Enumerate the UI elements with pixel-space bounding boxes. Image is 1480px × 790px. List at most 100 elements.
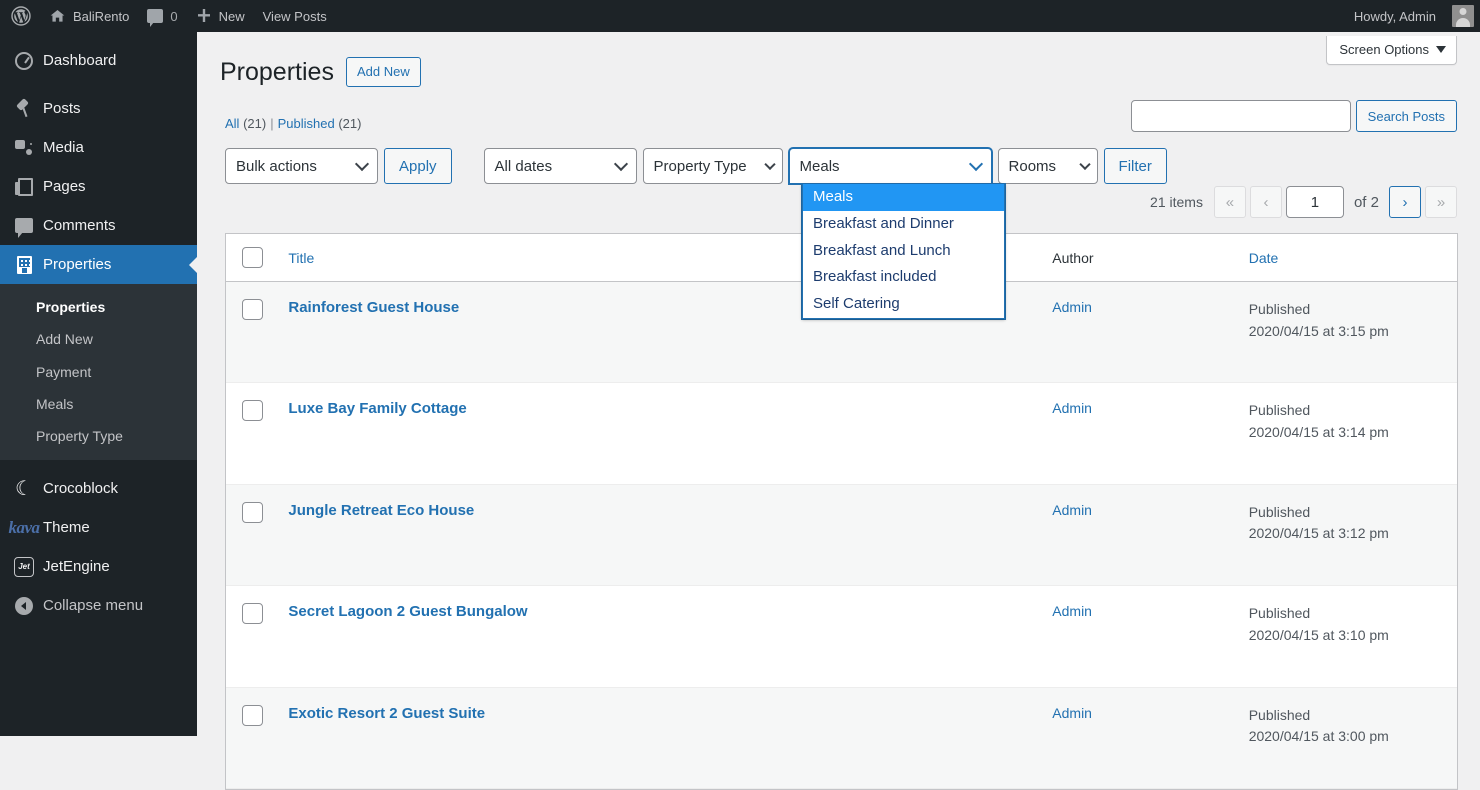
collapse-arrow-icon [11, 596, 37, 615]
sort-by-date-link[interactable]: Date [1249, 250, 1279, 266]
collapse-menu-label: Collapse menu [43, 597, 144, 615]
bulk-actions-value: Bulk actions [236, 157, 317, 175]
meals-option-breakfast-and-dinner[interactable]: Breakfast and Dinner [803, 211, 1004, 238]
select-all-checkbox[interactable] [242, 247, 263, 268]
meals-option-breakfast-and-lunch[interactable]: Breakfast and Lunch [803, 238, 1004, 265]
post-title-link[interactable]: Luxe Bay Family Cottage [288, 400, 466, 417]
search-posts-button[interactable]: Search Posts [1355, 100, 1457, 132]
post-author-link[interactable]: Admin [1052, 705, 1092, 721]
rooms-select[interactable]: Rooms [997, 148, 1098, 184]
table-body: Rainforest Guest House Admin Published 20… [226, 281, 1457, 789]
post-author-link[interactable]: Admin [1052, 502, 1092, 518]
select-all-header [226, 234, 279, 282]
row-checkbox[interactable] [242, 603, 263, 625]
sort-by-title-link[interactable]: Title [288, 250, 314, 266]
row-title-cell: Secret Lagoon 2 Guest Bungalow [278, 586, 1042, 687]
sidebar-item-crocoblock[interactable]: ☾ Crocoblock [0, 469, 197, 508]
table-row: Luxe Bay Family Cottage Admin Published 2… [226, 383, 1457, 485]
row-author-cell: Admin [1042, 484, 1238, 585]
post-status: Published [1248, 605, 1311, 622]
meals-option-self-catering[interactable]: Self Catering [803, 291, 1004, 318]
row-date-cell: Published 2020/04/15 at 3:12 pm [1239, 484, 1457, 585]
wordpress-logo-icon [11, 6, 31, 26]
search-input[interactable] [1130, 100, 1351, 132]
chevron-down-icon [968, 156, 983, 172]
sidebar-item-pages[interactable]: Pages [0, 167, 197, 206]
pagination-items-count: 21 items [1150, 194, 1203, 210]
sidebar-item-label: Crocoblock [43, 480, 119, 498]
view-all-link[interactable]: All [225, 116, 239, 131]
bulk-actions-select[interactable]: Bulk actions [225, 148, 378, 184]
sidebar-item-label: Pages [43, 178, 86, 195]
collapse-menu-button[interactable]: Collapse menu [0, 586, 197, 625]
view-posts-menu[interactable]: View Posts [254, 0, 336, 32]
row-title-cell: Luxe Bay Family Cottage [278, 383, 1042, 484]
column-author-label: Author [1052, 249, 1094, 266]
property-type-value: Property Type [653, 157, 747, 175]
plus-icon [197, 9, 210, 22]
admin-sidebar-menu: Dashboard Posts Media Pages Comments Pro… [0, 32, 197, 736]
row-title-cell: Jungle Retreat Eco House [278, 484, 1042, 585]
chevron-down-icon [354, 156, 370, 172]
row-checkbox[interactable] [242, 299, 263, 320]
meals-option-meals[interactable]: Meals [803, 184, 1004, 211]
submenu-item-add-new[interactable]: Add New [0, 323, 197, 355]
sidebar-item-properties[interactable]: Properties [0, 245, 197, 284]
all-dates-select[interactable]: All dates [483, 148, 637, 184]
post-date: 2020/04/15 at 3:15 pm [1248, 322, 1389, 339]
meals-option-breakfast-included[interactable]: Breakfast included [803, 264, 1004, 291]
post-title-link[interactable]: Secret Lagoon 2 Guest Bungalow [288, 603, 527, 620]
next-page-button[interactable]: › [1389, 186, 1421, 218]
row-checkbox[interactable] [242, 400, 263, 422]
row-date-cell: Published 2020/04/15 at 3:14 pm [1239, 383, 1457, 484]
post-status: Published [1248, 402, 1311, 419]
submenu-item-payment[interactable]: Payment [0, 356, 197, 388]
post-title-link[interactable]: Jungle Retreat Eco House [288, 502, 474, 519]
post-author-link[interactable]: Admin [1052, 299, 1092, 315]
new-content-menu[interactable]: New [187, 0, 254, 32]
site-name-menu[interactable]: BaliRento [40, 0, 138, 32]
sidebar-item-comments[interactable]: Comments [0, 206, 197, 245]
submenu-item-properties[interactable]: Properties [0, 291, 197, 323]
meals-select[interactable]: Meals [788, 148, 992, 184]
post-status: Published [1248, 301, 1311, 317]
apply-button[interactable]: Apply [384, 148, 452, 184]
table-row: Jungle Retreat Eco House Admin Published… [226, 484, 1457, 586]
property-type-select[interactable]: Property Type [642, 148, 783, 184]
rooms-value: Rooms [1008, 157, 1057, 175]
post-author-link[interactable]: Admin [1052, 400, 1092, 416]
comment-bubble-icon [147, 9, 164, 27]
sidebar-item-posts[interactable]: Posts [0, 89, 197, 128]
wordpress-logo-button[interactable] [0, 0, 40, 32]
row-checkbox-cell [226, 687, 278, 788]
post-title-link[interactable]: Exotic Resort 2 Guest Suite [288, 705, 485, 722]
submenu-item-meals[interactable]: Meals [0, 388, 197, 420]
view-all: All (21) [225, 116, 266, 131]
current-page-input[interactable] [1285, 186, 1344, 218]
all-dates-value: All dates [494, 157, 553, 175]
row-checkbox[interactable] [242, 704, 263, 726]
post-title-link[interactable]: Rainforest Guest House [288, 299, 459, 316]
comments-menu[interactable]: 0 [138, 0, 186, 32]
add-new-button[interactable]: Add New [345, 57, 421, 88]
post-author-link[interactable]: Admin [1052, 603, 1092, 619]
submenu-item-property-type[interactable]: Property Type [0, 420, 197, 452]
row-author-cell: Admin [1042, 282, 1238, 383]
sidebar-item-media[interactable]: Media [0, 128, 197, 167]
sidebar-item-label: Posts [43, 100, 81, 117]
sidebar-item-jetengine[interactable]: Jet JetEngine [0, 547, 197, 586]
view-published-link[interactable]: Published [278, 116, 335, 131]
row-checkbox-cell [226, 383, 278, 484]
sidebar-item-dashboard[interactable]: Dashboard [0, 41, 197, 80]
total-pages-label: of 2 [1353, 193, 1379, 211]
filter-button[interactable]: Filter [1103, 148, 1167, 184]
sidebar-item-label: Media [43, 139, 84, 156]
screen-options-toggle[interactable]: Screen Options [1326, 36, 1457, 65]
sidebar-item-theme[interactable]: kava Theme [0, 508, 197, 547]
row-checkbox[interactable] [242, 501, 263, 523]
row-checkbox-cell [226, 586, 278, 687]
chevron-down-icon [613, 156, 628, 172]
crocoblock-icon: ☾ [15, 477, 33, 500]
table-row: Exotic Resort 2 Guest Suite Admin Publis… [226, 687, 1457, 789]
my-account-menu[interactable]: Howdy, Admin [1345, 0, 1474, 32]
